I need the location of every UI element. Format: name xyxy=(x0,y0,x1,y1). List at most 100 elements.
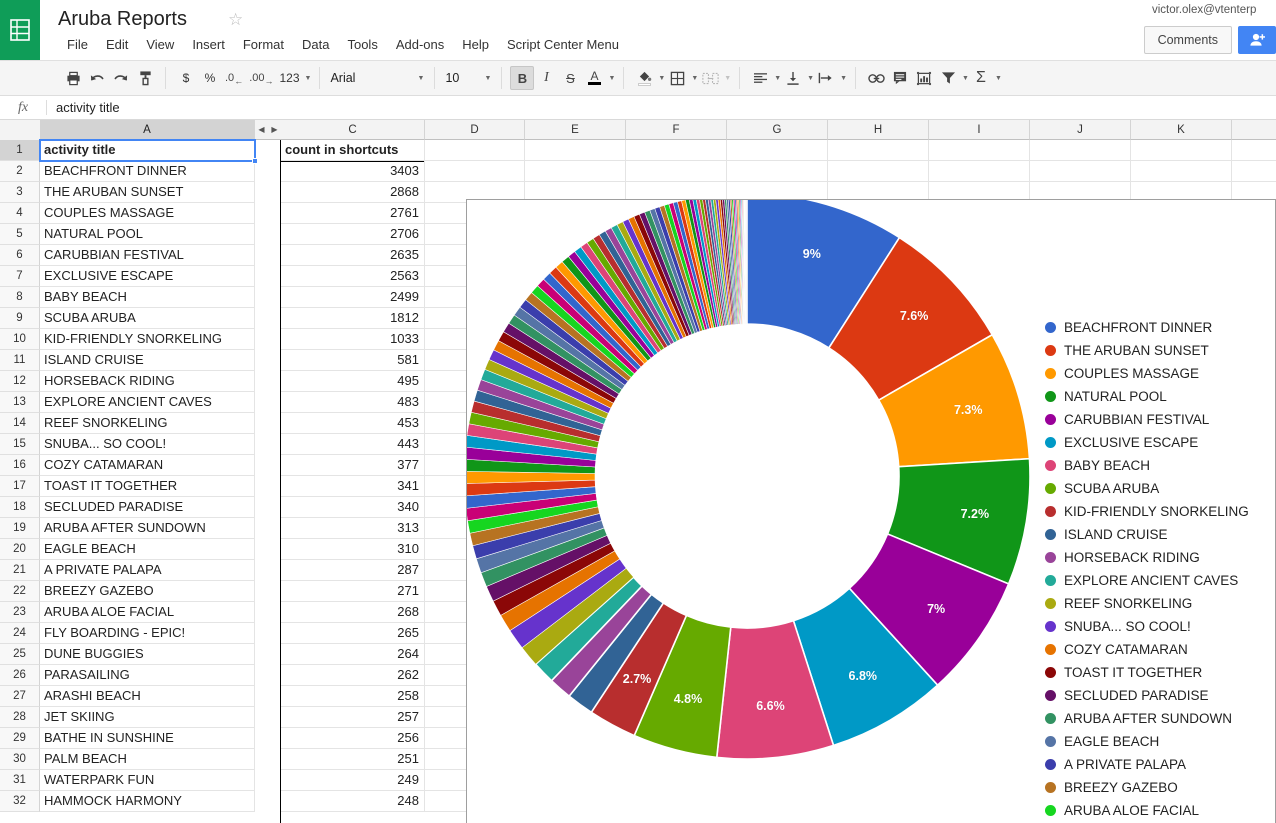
strikethrough-button[interactable]: S xyxy=(558,66,582,90)
row-header-17[interactable]: 17 xyxy=(0,476,40,497)
row-header-9[interactable]: 9 xyxy=(0,308,40,329)
table-cell-empty[interactable] xyxy=(525,140,626,161)
star-icon[interactable]: ☆ xyxy=(228,11,243,28)
table-row-count[interactable]: 249 xyxy=(281,770,425,791)
row-header-19[interactable]: 19 xyxy=(0,518,40,539)
table-row-count[interactable]: 268 xyxy=(281,602,425,623)
row-header-26[interactable]: 26 xyxy=(0,665,40,686)
table-row-count[interactable]: 2635 xyxy=(281,245,425,266)
table-row-count[interactable]: 341 xyxy=(281,476,425,497)
table-row-count[interactable]: 256 xyxy=(281,728,425,749)
row-header-15[interactable]: 15 xyxy=(0,434,40,455)
row-header-5[interactable]: 5 xyxy=(0,224,40,245)
table-row-activity-title[interactable]: TOAST IT TOGETHER xyxy=(40,476,255,497)
table-row-count[interactable]: 262 xyxy=(281,665,425,686)
hidden-column-indicator[interactable]: ◀ ▶ xyxy=(255,120,281,140)
row-header-6[interactable]: 6 xyxy=(0,245,40,266)
row-header-30[interactable]: 30 xyxy=(0,749,40,770)
table-cell-empty[interactable] xyxy=(1131,140,1232,161)
chevron-down-icon[interactable]: ▼ xyxy=(807,75,814,82)
row-header-13[interactable]: 13 xyxy=(0,392,40,413)
column-header-g[interactable]: G xyxy=(727,120,828,140)
chevron-down-icon[interactable]: ▼ xyxy=(305,75,312,82)
table-cell-empty[interactable] xyxy=(929,140,1030,161)
chevron-down-icon[interactable]: ▼ xyxy=(691,75,698,82)
column-header-f[interactable]: F xyxy=(626,120,727,140)
table-row-activity-title[interactable]: PALM BEACH xyxy=(40,749,255,770)
table-row-count[interactable]: 313 xyxy=(281,518,425,539)
row-header-10[interactable]: 10 xyxy=(0,329,40,350)
table-row-activity-title[interactable]: HAMMOCK HARMONY xyxy=(40,791,255,812)
increase-decimal-button[interactable]: .00 → xyxy=(246,66,276,90)
collapse-right-arrow[interactable]: ▶ xyxy=(268,125,281,134)
row-header-25[interactable]: 25 xyxy=(0,644,40,665)
sheets-logo[interactable] xyxy=(0,0,40,60)
currency-format-button[interactable]: $ xyxy=(174,66,198,90)
column-header-l[interactable]: L xyxy=(1232,120,1276,140)
print-icon[interactable] xyxy=(61,66,85,90)
table-cell-empty[interactable] xyxy=(425,161,525,182)
row-header-20[interactable]: 20 xyxy=(0,539,40,560)
legend-item[interactable]: NATURAL POOL xyxy=(1045,385,1249,408)
table-row-count[interactable]: 443 xyxy=(281,434,425,455)
menu-insert[interactable]: Insert xyxy=(183,34,234,56)
number-format-button[interactable]: 123 xyxy=(276,66,302,90)
insert-comment-icon[interactable] xyxy=(888,66,912,90)
table-row-activity-title[interactable]: ARUBA ALOE FACIAL xyxy=(40,602,255,623)
row-header-18[interactable]: 18 xyxy=(0,497,40,518)
percent-format-button[interactable]: % xyxy=(198,66,222,90)
table-row-activity-title[interactable]: BATHE IN SUNSHINE xyxy=(40,728,255,749)
table-row-activity-title[interactable]: ISLAND CRUISE xyxy=(40,350,255,371)
table-cell-empty[interactable] xyxy=(727,140,828,161)
table-row-activity-title[interactable]: BABY BEACH xyxy=(40,287,255,308)
table-row-activity-title[interactable]: ARASHI BEACH xyxy=(40,686,255,707)
table-row-activity-title[interactable]: A PRIVATE PALAPA xyxy=(40,560,255,581)
table-cell-empty[interactable] xyxy=(626,161,727,182)
table-row-activity-title[interactable]: THE ARUBAN SUNSET xyxy=(40,182,255,203)
column-header-i[interactable]: I xyxy=(929,120,1030,140)
row-header-27[interactable]: 27 xyxy=(0,686,40,707)
column-header-e[interactable]: E xyxy=(525,120,626,140)
undo-icon[interactable] xyxy=(85,66,109,90)
table-row-activity-title[interactable]: EAGLE BEACH xyxy=(40,539,255,560)
row-header-28[interactable]: 28 xyxy=(0,707,40,728)
page-title[interactable]: Aruba Reports xyxy=(58,6,187,32)
align-left-icon[interactable] xyxy=(748,66,772,90)
legend-item[interactable]: KID-FRIENDLY SNORKELING xyxy=(1045,500,1249,523)
legend-item[interactable]: COUPLES MASSAGE xyxy=(1045,362,1249,385)
row-header-22[interactable]: 22 xyxy=(0,581,40,602)
table-cell-empty[interactable] xyxy=(1030,161,1131,182)
table-cell-empty[interactable] xyxy=(929,161,1030,182)
legend-item[interactable]: ARUBA ALOE FACIAL xyxy=(1045,799,1249,822)
menu-file[interactable]: File xyxy=(58,34,97,56)
table-row-activity-title[interactable]: REEF SNORKELING xyxy=(40,413,255,434)
table-row-activity-title[interactable]: BEACHFRONT DINNER xyxy=(40,161,255,182)
filter-icon[interactable] xyxy=(936,66,960,90)
table-row-activity-title[interactable]: SCUBA ARUBA xyxy=(40,308,255,329)
legend-item[interactable]: EAGLE BEACH xyxy=(1045,730,1249,753)
table-row-count[interactable]: 581 xyxy=(281,350,425,371)
table-row-activity-title[interactable]: COZY CATAMARAN xyxy=(40,455,255,476)
row-header-3[interactable]: 3 xyxy=(0,182,40,203)
table-row-count[interactable]: 2563 xyxy=(281,266,425,287)
table-row-count[interactable]: 340 xyxy=(281,497,425,518)
insert-chart-icon[interactable] xyxy=(912,66,936,90)
chevron-down-icon[interactable]: ▼ xyxy=(608,75,615,82)
menu-add-ons[interactable]: Add-ons xyxy=(387,34,453,56)
table-row-activity-title[interactable]: EXPLORE ANCIENT CAVES xyxy=(40,392,255,413)
column-header-a[interactable]: A xyxy=(40,120,255,140)
legend-item[interactable]: BEACHFRONT DINNER xyxy=(1045,316,1249,339)
legend-item[interactable]: SCUBA ARUBA xyxy=(1045,477,1249,500)
legend-item[interactable]: SECLUDED PARADISE xyxy=(1045,684,1249,707)
legend-item[interactable]: TOAST IT TOGETHER xyxy=(1045,661,1249,684)
borders-icon[interactable] xyxy=(665,66,689,90)
legend-item[interactable]: THE ARUBAN SUNSET xyxy=(1045,339,1249,362)
table-row-activity-title[interactable]: ARUBA AFTER SUNDOWN xyxy=(40,518,255,539)
table-row-activity-title[interactable]: KID-FRIENDLY SNORKELING xyxy=(40,329,255,350)
row-header-14[interactable]: 14 xyxy=(0,413,40,434)
row-header-12[interactable]: 12 xyxy=(0,371,40,392)
menu-edit[interactable]: Edit xyxy=(97,34,137,56)
chevron-down-icon[interactable]: ▼ xyxy=(995,75,1002,82)
table-cell-empty[interactable] xyxy=(1131,161,1232,182)
column-header-k[interactable]: K xyxy=(1131,120,1232,140)
